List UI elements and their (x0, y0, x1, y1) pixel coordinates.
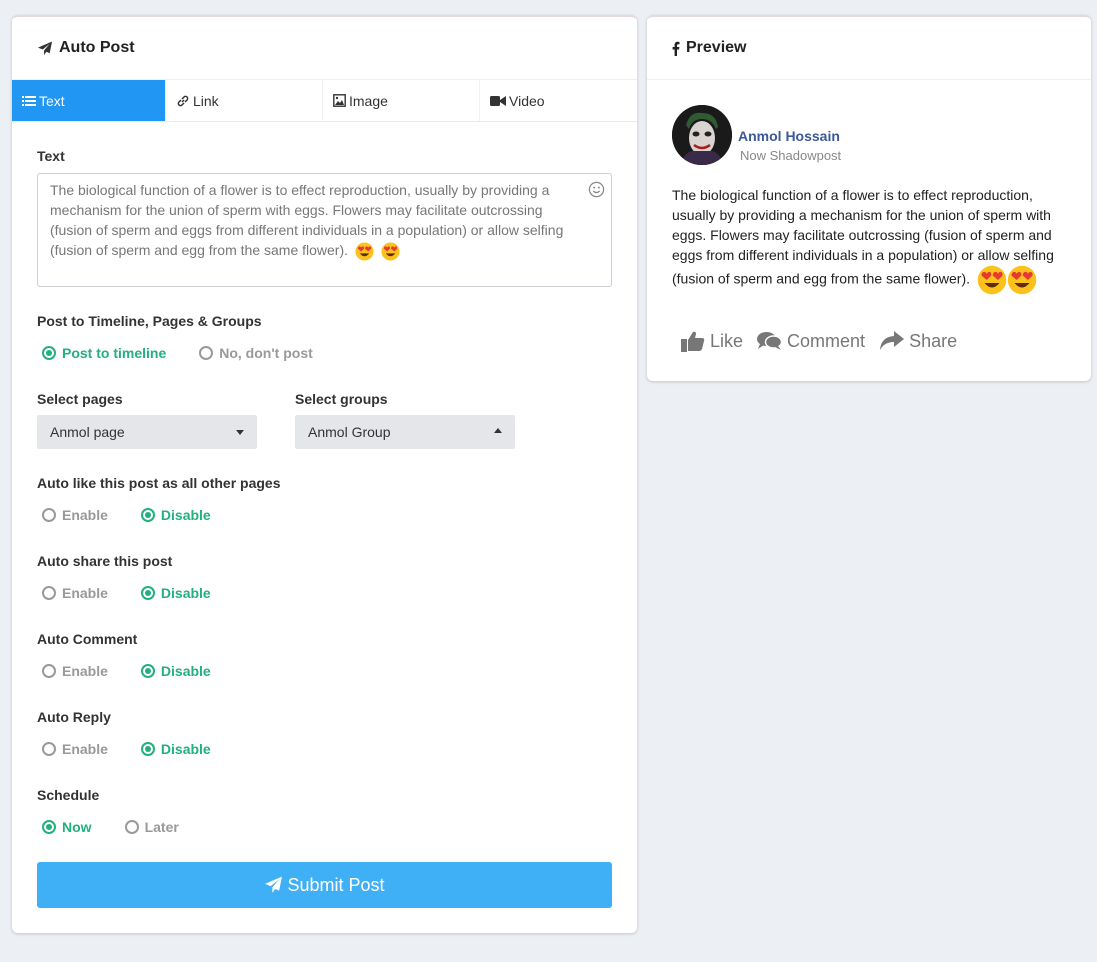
preview-post-text: The biological function of a flower is t… (672, 185, 1072, 295)
preview-user-subtitle: Now Shadowpost (740, 148, 842, 163)
emoji-picker-icon[interactable] (588, 181, 605, 198)
post-to-radio-group: Post to timeline No, don't post (42, 345, 346, 361)
radio-auto-comment-disable[interactable]: Disable (140, 663, 211, 679)
thumbs-up-icon (681, 331, 705, 352)
caret-down-icon (236, 430, 244, 435)
auto-post-header: Auto Post (12, 17, 637, 80)
radio-auto-share-enable[interactable]: Enable (42, 585, 108, 601)
facebook-icon (672, 41, 680, 56)
radio-auto-reply-enable[interactable]: Enable (42, 741, 108, 757)
auto-comment-radio-group: Enable Disable (42, 663, 244, 679)
caret-up-icon (494, 428, 502, 433)
radio-dont-post[interactable]: No, don't post (199, 345, 313, 361)
auto-reply-label: Auto Reply (37, 709, 111, 725)
tab-video[interactable]: Video (480, 80, 637, 121)
preview-title: Preview (686, 39, 747, 56)
select-groups-label: Select groups (295, 391, 388, 407)
post-text-value: The biological function of a flower is t… (50, 182, 564, 258)
schedule-label: Schedule (37, 787, 100, 803)
video-icon (490, 95, 506, 106)
radio-auto-like-enable[interactable]: Enable (42, 507, 108, 523)
link-icon (177, 95, 189, 106)
auto-like-label: Auto like this post as all other pages (37, 475, 281, 491)
auto-like-radio-group: Enable Disable (42, 507, 244, 523)
joker-avatar-icon (672, 105, 732, 165)
schedule-radio-group: Now Later (42, 819, 212, 835)
auto-share-label: Auto share this post (37, 553, 173, 569)
heart-eyes-emoji-icon (977, 265, 1007, 295)
radio-auto-like-disable[interactable]: Disable (140, 507, 211, 523)
submit-post-button[interactable]: Submit Post (37, 862, 612, 908)
select-pages-value: Anmol page (50, 424, 125, 440)
tab-text[interactable]: Text (12, 80, 166, 121)
auto-comment-label: Auto Comment (37, 631, 138, 647)
share-icon (880, 331, 905, 350)
submit-post-label: Submit Post (287, 874, 385, 895)
radio-schedule-later[interactable]: Later (124, 819, 179, 835)
list-icon (22, 95, 36, 106)
radio-auto-share-disable[interactable]: Disable (140, 585, 211, 601)
tab-text-label: Text (39, 92, 65, 109)
tab-video-label: Video (509, 92, 545, 109)
paper-plane-icon (37, 40, 53, 55)
radio-post-to-timeline[interactable]: Post to timeline (42, 345, 166, 361)
select-pages-dropdown[interactable]: Anmol page (37, 415, 257, 449)
select-groups-value: Anmol Group (308, 424, 391, 440)
preview-header: Preview (647, 17, 1091, 80)
select-pages-label: Select pages (37, 391, 123, 407)
preview-user-name[interactable]: Anmol Hossain (738, 128, 840, 144)
radio-auto-reply-disable[interactable]: Disable (140, 741, 211, 757)
heart-eyes-emoji-icon (355, 242, 374, 261)
comment-button[interactable]: Comment (757, 330, 865, 352)
comment-label: Comment (787, 330, 866, 351)
comments-icon (757, 332, 783, 350)
tab-image-label: Image (349, 92, 388, 109)
heart-eyes-emoji-icon (381, 242, 400, 261)
heart-eyes-emoji-icon (1007, 265, 1037, 295)
share-button[interactable]: Share (879, 330, 957, 352)
radio-schedule-now[interactable]: Now (42, 819, 92, 835)
like-button[interactable]: Like (681, 330, 743, 352)
tab-image[interactable]: Image (323, 80, 480, 121)
paper-plane-icon (265, 876, 283, 893)
tab-link-label: Link (193, 92, 219, 109)
tab-link[interactable]: Link (166, 80, 323, 121)
share-label: Share (909, 330, 958, 351)
radio-auto-comment-enable[interactable]: Enable (42, 663, 108, 679)
auto-share-radio-group: Enable Disable (42, 585, 244, 601)
text-field-label: Text (37, 148, 65, 164)
preview-card: Preview Anmol Hossain Now Shadowpost The… (647, 15, 1091, 381)
select-groups-dropdown[interactable]: Anmol Group (295, 415, 515, 449)
auto-reply-radio-group: Enable Disable (42, 741, 244, 757)
auto-post-card: Auto Post Text Link Image Video Text The… (12, 15, 637, 933)
preview-actions: Like Comment Share (681, 330, 971, 352)
post-text-input[interactable]: The biological function of a flower is t… (37, 173, 612, 287)
like-label: Like (710, 330, 744, 351)
page-title: Auto Post (59, 39, 135, 56)
avatar (672, 105, 732, 165)
image-icon (333, 94, 346, 107)
post-to-label: Post to Timeline, Pages & Groups (37, 313, 262, 329)
post-type-tabs: Text Link Image Video (12, 80, 637, 122)
